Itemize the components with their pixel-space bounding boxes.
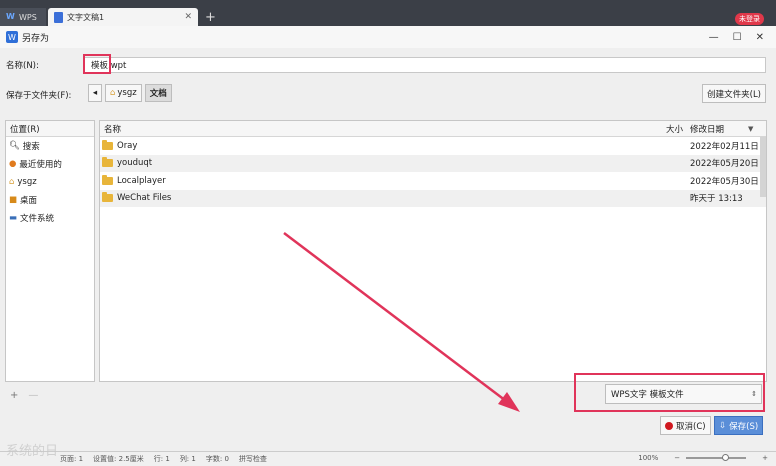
place-desktop[interactable]: ■ 桌面 xyxy=(6,191,94,209)
column-size[interactable]: 大小 xyxy=(666,123,683,135)
place-search[interactable]: 🔍︎ 搜索 xyxy=(6,137,94,155)
file-name: Oray xyxy=(117,140,138,151)
file-list-header: 名称 大小 修改日期 ▼ xyxy=(100,121,766,137)
file-name: WeChat Files xyxy=(117,193,172,204)
place-label: 最近使用的 xyxy=(19,160,62,170)
search-icon: 🔍︎ xyxy=(9,141,20,151)
minimize-icon[interactable]: — xyxy=(709,32,719,43)
home-icon: ⌂ xyxy=(9,177,15,187)
file-date: 2022年02月11日 xyxy=(690,141,759,152)
file-name: youduqt xyxy=(117,158,153,169)
places-panel: 位置(R) 🔍︎ 搜索 ● 最近使用的 ⌂ ysgz ■ 桌面 ▬ 文件系统 xyxy=(5,120,95,382)
app-tab-bar: W WPS 文字文稿1 ✕ + 未登录 xyxy=(0,0,776,26)
status-bar: 页面: 1 设置值: 2.5厘米 行: 1 列: 1 字数: 0 拼写检查 10… xyxy=(0,451,776,466)
wps-tab-label: WPS xyxy=(19,12,37,22)
sort-descending-icon: ▼ xyxy=(748,124,754,133)
zoom-slider[interactable] xyxy=(686,454,747,461)
wps-logo-icon: W xyxy=(6,12,15,21)
drive-icon: ▬ xyxy=(9,213,18,223)
status-spellcheck[interactable]: 拼写检查 xyxy=(239,454,267,464)
zoom-level[interactable]: 100% xyxy=(638,454,658,462)
cancel-button[interactable]: 取消(C) xyxy=(660,416,711,435)
place-label: 桌面 xyxy=(20,196,38,206)
folder-icon xyxy=(102,139,113,150)
dialog-title: 另存为 xyxy=(22,33,50,44)
close-icon[interactable]: ✕ xyxy=(756,32,764,43)
folder-icon xyxy=(102,174,113,185)
status-col: 列: 1 xyxy=(179,455,196,463)
file-rows: Oray 2022年02月11日 youduqt 2022年05月20日 Loc… xyxy=(100,137,766,207)
status-words: 字数: 0 xyxy=(205,455,229,463)
zoom-out-icon[interactable]: − xyxy=(674,454,680,462)
close-tab-icon[interactable]: ✕ xyxy=(184,12,192,22)
file-row[interactable]: youduqt 2022年05月20日 xyxy=(100,154,766,172)
place-label: ysgz xyxy=(17,177,37,187)
place-recent[interactable]: ● 最近使用的 xyxy=(6,155,94,173)
name-label: 名称(N): xyxy=(6,61,39,71)
folder-icon xyxy=(102,192,113,203)
watermark: 系统的日 xyxy=(6,444,59,459)
filename-highlight xyxy=(83,54,111,74)
status-settings: 设置值: 2.5厘米 xyxy=(93,455,144,463)
create-folder-button[interactable]: 创建文件夹(L) xyxy=(702,84,766,103)
file-row[interactable]: Oray 2022年02月11日 xyxy=(100,137,766,155)
cancel-icon xyxy=(665,421,673,430)
place-home[interactable]: ⌂ ysgz xyxy=(6,173,94,191)
add-place-icon[interactable]: + xyxy=(10,390,18,401)
zoom-slider-knob[interactable] xyxy=(722,454,730,461)
wps-home-tab[interactable]: W WPS xyxy=(0,8,46,26)
places-header: 位置(R) xyxy=(6,121,94,137)
file-row[interactable]: Localplayer 2022年05月30日 xyxy=(100,172,766,190)
place-label: 搜索 xyxy=(22,142,40,152)
file-date: 2022年05月30日 xyxy=(690,176,759,187)
path-crumb-home-label: ysgz xyxy=(117,88,137,98)
maximize-icon[interactable]: ☐ xyxy=(733,32,742,43)
zoom-control: 100% − + xyxy=(628,454,768,462)
document-icon xyxy=(54,11,63,23)
document-tab-label: 文字文稿1 xyxy=(67,12,105,22)
save-button[interactable]: ⇩ 保存(S) xyxy=(714,416,764,435)
file-name: Localplayer xyxy=(117,175,166,186)
column-modified[interactable]: 修改日期 xyxy=(690,123,724,135)
file-list-scrollbar[interactable] xyxy=(760,137,766,197)
save-in-label: 保存于文件夹(F): xyxy=(6,91,72,101)
desktop-icon: ■ xyxy=(9,195,18,205)
status-row: 行: 1 xyxy=(153,455,170,463)
zoom-in-icon[interactable]: + xyxy=(762,454,768,462)
save-icon: ⇩ xyxy=(719,420,727,431)
path-back-button[interactable]: ◂ xyxy=(88,84,102,102)
home-icon: ⌂ xyxy=(110,88,116,98)
path-crumb-documents[interactable]: 文档 xyxy=(144,84,172,102)
dialog-titlebar: W 另存为 — ☐ ✕ xyxy=(0,26,776,48)
wps-dialog-icon: W xyxy=(6,31,18,43)
file-type-highlight xyxy=(574,373,765,412)
column-name[interactable]: 名称 xyxy=(104,123,121,135)
cancel-label: 取消(C) xyxy=(676,421,706,432)
file-list: 名称 大小 修改日期 ▼ Oray 2022年02月11日 youduqt 20… xyxy=(99,120,767,382)
filename-input[interactable]: 模板.wpt xyxy=(84,57,766,73)
remove-place-icon[interactable]: — xyxy=(28,390,38,401)
save-as-dialog: W 另存为 — ☐ ✕ 名称(N): 模板.wpt 保存于文件夹(F): ◂ ⌂… xyxy=(0,26,776,454)
save-label: 保存(S) xyxy=(729,421,759,432)
folder-icon xyxy=(102,157,113,168)
file-date: 昨天于 13:13 xyxy=(690,194,743,205)
login-badge[interactable]: 未登录 xyxy=(735,13,764,25)
status-page: 页面: 1 xyxy=(60,455,84,463)
file-row[interactable]: WeChat Files 昨天于 13:13 xyxy=(100,189,766,207)
place-label: 文件系统 xyxy=(20,214,55,224)
path-crumb-home[interactable]: ⌂ ysgz xyxy=(105,84,142,102)
clock-icon: ● xyxy=(9,159,17,169)
document-tab[interactable]: 文字文稿1 ✕ xyxy=(48,8,198,26)
new-tab-button[interactable]: + xyxy=(205,10,216,25)
place-filesystem[interactable]: ▬ 文件系统 xyxy=(6,209,94,227)
file-date: 2022年05月20日 xyxy=(690,159,759,170)
